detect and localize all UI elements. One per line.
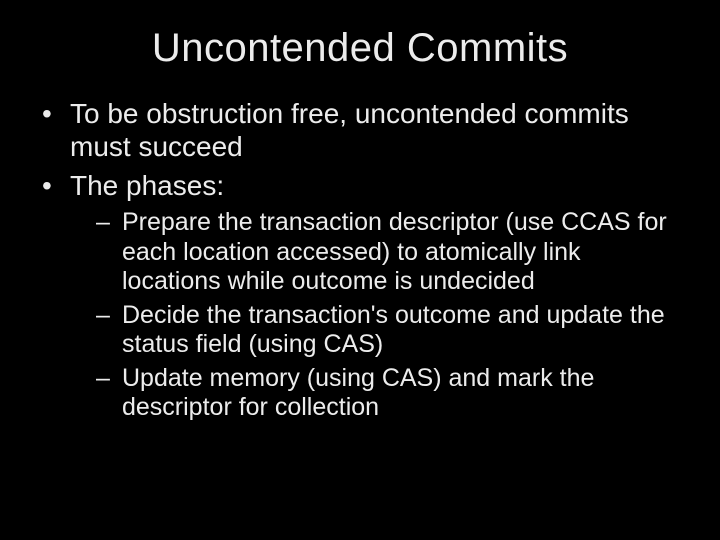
sub-bullet-text: Update memory (using CAS) and mark the d… xyxy=(122,364,594,422)
sub-bullet-list: Prepare the transaction descriptor (use … xyxy=(70,208,684,423)
sub-bullet-item: Prepare the transaction descriptor (use … xyxy=(94,208,684,297)
sub-bullet-text: Decide the transaction's outcome and upd… xyxy=(122,301,665,359)
slide: Uncontended Commits To be obstruction fr… xyxy=(0,0,720,540)
slide-content: To be obstruction free, uncontended comm… xyxy=(0,97,720,423)
bullet-list: To be obstruction free, uncontended comm… xyxy=(36,97,684,423)
slide-title: Uncontended Commits xyxy=(0,0,720,97)
bullet-item: To be obstruction free, uncontended comm… xyxy=(36,97,684,163)
sub-bullet-text: Prepare the transaction descriptor (use … xyxy=(122,208,667,295)
sub-bullet-item: Decide the transaction's outcome and upd… xyxy=(94,301,684,360)
bullet-text: To be obstruction free, uncontended comm… xyxy=(70,98,629,162)
bullet-text: The phases: xyxy=(70,170,224,201)
bullet-item: The phases: Prepare the transaction desc… xyxy=(36,169,684,423)
sub-bullet-item: Update memory (using CAS) and mark the d… xyxy=(94,364,684,423)
